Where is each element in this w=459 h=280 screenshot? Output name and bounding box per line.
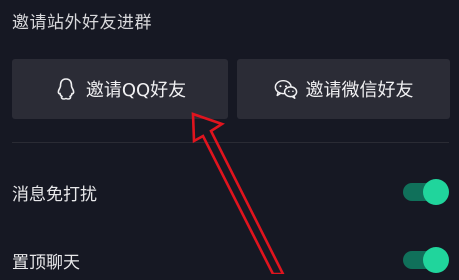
setting-row-do-not-disturb: 消息免打扰	[12, 172, 449, 212]
pin-chat-toggle[interactable]	[403, 247, 449, 273]
annotation-arrow	[191, 112, 285, 274]
do-not-disturb-label: 消息免打扰	[12, 184, 97, 205]
invite-wechat-friends-label: 邀请微信好友	[305, 80, 414, 101]
setting-row-pin-chat: 置顶聊天	[12, 240, 449, 280]
do-not-disturb-toggle[interactable]	[403, 179, 449, 205]
invite-wechat-friends-button[interactable]: 邀请微信好友	[237, 59, 450, 119]
divider	[12, 142, 449, 143]
pin-chat-label: 置顶聊天	[12, 252, 80, 273]
toggle-knob	[423, 247, 449, 273]
invite-qq-friends-label: 邀请QQ好友	[85, 80, 187, 101]
section-title: 邀请站外好友进群	[12, 13, 152, 33]
qq-icon	[54, 77, 78, 101]
invite-qq-friends-button[interactable]: 邀请QQ好友	[12, 59, 228, 119]
wechat-icon	[274, 77, 298, 101]
toggle-knob	[423, 179, 449, 205]
